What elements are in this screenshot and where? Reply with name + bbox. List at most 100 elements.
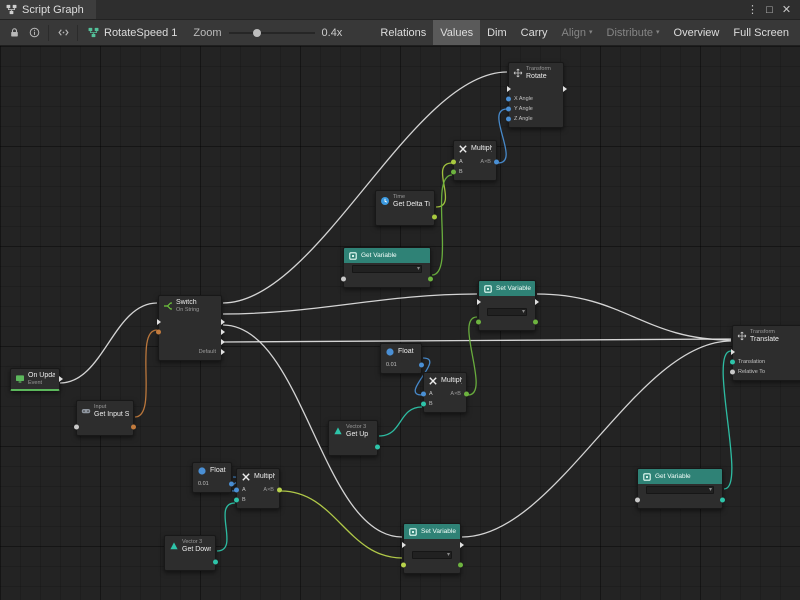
node-get-variable-top[interactable]: Get Variable▾	[343, 247, 431, 288]
output-port[interactable]	[464, 392, 469, 397]
zoom-slider-track	[229, 32, 315, 34]
node-body	[376, 211, 434, 225]
output-port[interactable]	[535, 299, 539, 305]
output-port[interactable]	[375, 444, 380, 449]
node-multiply-bottom[interactable]: MultiplyAA×BB	[236, 468, 280, 509]
node-transform-translate[interactable]: TransformTranslateTranslationRelative To	[732, 325, 800, 381]
input-port[interactable]	[402, 542, 406, 548]
node-set-variable-bottom[interactable]: Set Variable▾	[403, 523, 461, 574]
output-port[interactable]	[221, 339, 225, 345]
output-port[interactable]	[563, 86, 567, 92]
node-get-delta-time[interactable]: TimeGet Delta Time	[375, 190, 435, 226]
input-port[interactable]	[506, 106, 511, 111]
input-port[interactable]	[156, 329, 161, 334]
toolbar-button-carry[interactable]: Carry	[514, 20, 555, 45]
node-titles: TimeGet Delta Time	[393, 194, 430, 209]
lock-icon	[9, 27, 20, 38]
input-port[interactable]	[341, 277, 346, 282]
output-port[interactable]	[229, 482, 234, 487]
variable-name-field[interactable]: ▾	[352, 265, 422, 273]
input-port[interactable]	[635, 498, 640, 503]
input-port[interactable]	[421, 402, 426, 407]
vector3-icon	[169, 541, 179, 551]
variable-name-field[interactable]: ▾	[487, 308, 527, 316]
node-vector3-get-down[interactable]: Vector 3Get Down	[164, 535, 216, 571]
output-port[interactable]	[277, 488, 282, 493]
input-port[interactable]	[401, 563, 406, 568]
variable-name-field[interactable]: ▾	[412, 551, 452, 559]
clock-icon	[380, 196, 390, 206]
output-port[interactable]	[419, 363, 424, 368]
graph-canvas[interactable]: On UpdateEvent InputGet Input String Switc…	[0, 46, 800, 600]
lock-button[interactable]	[4, 23, 24, 43]
output-port[interactable]	[533, 320, 538, 325]
window-controls: ⋮ □ ✕	[744, 0, 800, 19]
input-port[interactable]	[234, 488, 239, 493]
node-multiply-mid[interactable]: MultiplyAA×BB	[423, 372, 467, 413]
node-set-variable-mid[interactable]: Set Variable▾	[478, 280, 536, 331]
tab-script-graph[interactable]: Script Graph	[0, 0, 96, 19]
input-port[interactable]	[74, 424, 79, 429]
toolbar-separator	[77, 25, 78, 41]
port-label: X Angle	[514, 96, 533, 102]
input-port[interactable]	[477, 299, 481, 305]
input-port[interactable]	[451, 170, 456, 175]
node-float-mid[interactable]: Float0.01	[380, 343, 422, 374]
node-subtitle: Transform	[526, 66, 559, 73]
node-on-update[interactable]: On UpdateEvent	[10, 368, 60, 391]
toolbar-button-align[interactable]: Align▾	[555, 20, 600, 45]
toolbar-button-values[interactable]: Values	[433, 20, 480, 45]
node-row	[638, 495, 722, 505]
node-multiply-top[interactable]: MultiplyAA×BB	[453, 140, 497, 181]
output-port[interactable]	[221, 329, 225, 335]
output-port[interactable]	[720, 498, 725, 503]
node-float-bottom[interactable]: Float0.01	[192, 462, 232, 493]
output-port[interactable]	[432, 214, 437, 219]
window-maximize-button[interactable]: □	[761, 1, 778, 19]
connection-wire-0	[60, 303, 157, 383]
toolbar-button-dim[interactable]: Dim	[480, 20, 514, 45]
output-port[interactable]	[221, 319, 225, 325]
input-port[interactable]	[451, 160, 456, 165]
output-port[interactable]	[428, 277, 433, 282]
input-port[interactable]	[234, 498, 239, 503]
node-switch-on-string[interactable]: SwitchOn StringDefault	[158, 295, 222, 361]
input-port[interactable]	[157, 319, 161, 325]
output-port[interactable]	[59, 376, 63, 382]
output-port[interactable]	[460, 542, 464, 548]
code-view-button[interactable]	[53, 23, 73, 43]
input-port[interactable]	[421, 392, 426, 397]
output-port[interactable]	[221, 349, 225, 355]
output-port[interactable]	[458, 563, 463, 568]
input-port[interactable]	[476, 320, 481, 325]
node-vector3-get-up[interactable]: Vector 3Get Up	[328, 420, 378, 456]
toolbar-button-relations[interactable]: Relations	[373, 20, 433, 45]
input-port[interactable]	[730, 359, 735, 364]
node-title: Get Input String	[94, 411, 129, 419]
window-close-button[interactable]: ✕	[778, 1, 795, 19]
toolbar-button-full-screen[interactable]: Full Screen	[726, 20, 796, 45]
port-label: A	[242, 487, 246, 493]
node-subtitle: Vector 3	[346, 424, 373, 431]
graph-breadcrumb[interactable]: RotateSpeed 1	[82, 27, 183, 39]
output-port[interactable]	[494, 160, 499, 165]
connection-wire-12	[379, 407, 422, 436]
output-port[interactable]	[213, 559, 218, 564]
zoom-slider[interactable]	[229, 27, 315, 39]
node-get-variable-right[interactable]: Get Variable▾	[637, 468, 723, 509]
input-port[interactable]	[730, 369, 735, 374]
node-subtitle: Vector 3	[182, 539, 211, 546]
input-port[interactable]	[731, 349, 735, 355]
zoom-slider-thumb[interactable]	[253, 29, 261, 37]
input-port[interactable]	[506, 116, 511, 121]
input-port[interactable]	[506, 96, 511, 101]
toolbar-button-overview[interactable]: Overview	[667, 20, 727, 45]
input-port[interactable]	[507, 86, 511, 92]
node-get-input-string[interactable]: InputGet Input String	[76, 400, 134, 436]
toolbar-button-distribute[interactable]: Distribute▾	[600, 20, 667, 45]
output-port[interactable]	[131, 424, 136, 429]
variable-name-field[interactable]: ▾	[646, 486, 714, 494]
info-button[interactable]	[24, 23, 44, 43]
node-transform-rotate[interactable]: TransformRotateX AngleY AngleZ Angle	[508, 62, 564, 128]
window-menu-button[interactable]: ⋮	[744, 1, 761, 19]
